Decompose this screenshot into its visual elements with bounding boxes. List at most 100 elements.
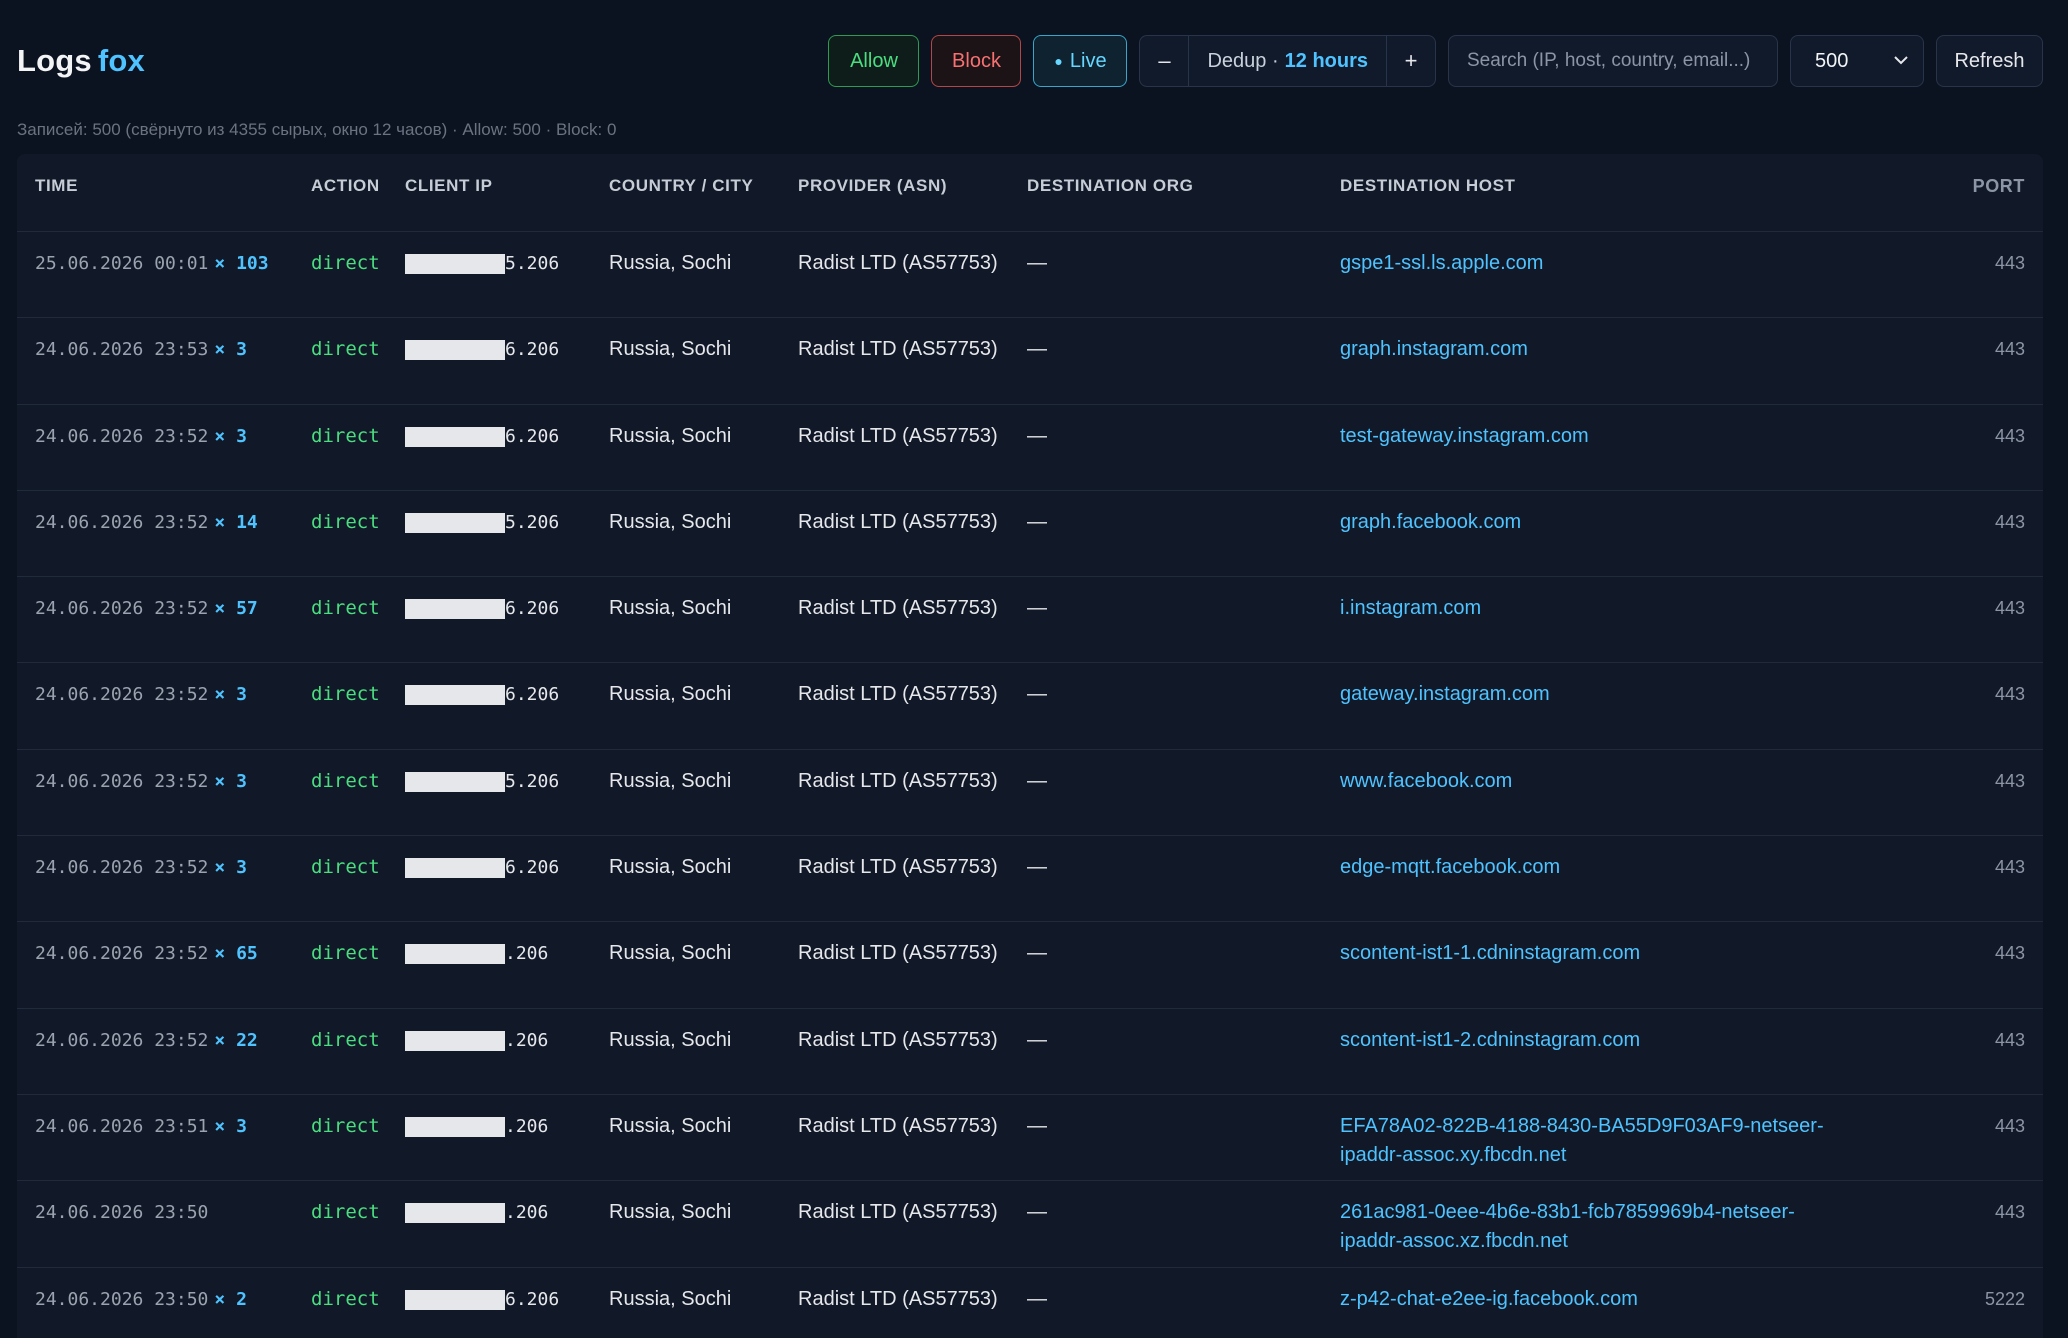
- col-time[interactable]: TIME: [17, 154, 307, 231]
- destination-host-link[interactable]: test-gateway.instagram.com: [1322, 405, 1860, 490]
- table-row[interactable]: 24.06.2026 23:52 × 65 direct .206 Russia,…: [17, 922, 2043, 1009]
- country-cell: Russia, Sochi: [609, 424, 732, 447]
- search-input[interactable]: [1448, 35, 1778, 87]
- country-cell: Russia, Sochi: [609, 769, 732, 792]
- client-ip-cell: .206: [405, 1009, 591, 1094]
- destination-host-link[interactable]: scontent-ist1-2.cdninstagram.com: [1322, 1009, 1860, 1094]
- redacted-ip-block: [405, 599, 505, 620]
- action-cell: direct: [311, 1028, 380, 1051]
- provider-cell: Radist LTD (AS57753): [798, 1287, 998, 1310]
- dedup-decrease-button[interactable]: –: [1140, 36, 1190, 86]
- ip-suffix: 5.206: [505, 511, 560, 533]
- table-row[interactable]: 24.06.2026 23:51 × 3 direct .206 Russia, …: [17, 1095, 2043, 1182]
- destination-org-cell: —: [1027, 1028, 1047, 1051]
- country-cell: Russia, Sochi: [609, 1287, 732, 1310]
- port-cell: 443: [1994, 339, 2025, 360]
- redacted-ip-block: [405, 512, 505, 533]
- provider-cell: Radist LTD (AS57753): [798, 942, 998, 965]
- redacted-ip-block: [405, 771, 505, 792]
- action-cell: direct: [311, 942, 380, 965]
- table-row[interactable]: 24.06.2026 23:52 × 57 direct 6.206 Russia…: [17, 577, 2043, 664]
- table-row[interactable]: 24.06.2026 23:52 × 3 direct 6.206 Russia,…: [17, 405, 2043, 491]
- destination-host-link[interactable]: i.instagram.com: [1322, 577, 1860, 662]
- action-cell: direct: [311, 1287, 380, 1310]
- count-badge: × 3: [214, 857, 247, 879]
- provider-cell: Radist LTD (AS57753): [798, 1201, 998, 1224]
- country-cell: Russia, Sochi: [609, 338, 732, 361]
- col-destination-org[interactable]: DESTINATION ORG: [1009, 154, 1322, 231]
- refresh-button[interactable]: Refresh: [1936, 35, 2043, 87]
- table-row[interactable]: 24.06.2026 23:53 × 3 direct 6.206 Russia,…: [17, 318, 2043, 405]
- table-row[interactable]: 24.06.2026 23:52 × 14 direct 5.206 Russia…: [17, 491, 2043, 578]
- country-cell: Russia, Sochi: [609, 1028, 732, 1051]
- time-value: 24.06.2026 23:52: [35, 511, 209, 533]
- table-row[interactable]: 24.06.2026 23:50 direct .206 Russia, Soc…: [17, 1181, 2043, 1268]
- table-row[interactable]: 25.06.2026 00:01 × 103 direct 5.206 Russi…: [17, 232, 2043, 319]
- destination-host-link[interactable]: edge-mqtt.facebook.com: [1322, 836, 1860, 921]
- table-row[interactable]: 24.06.2026 23:52 × 3 direct 6.206 Russia,…: [17, 836, 2043, 923]
- country-cell: Russia, Sochi: [609, 683, 732, 706]
- table-row[interactable]: 24.06.2026 23:52 × 22 direct .206 Russia,…: [17, 1009, 2043, 1095]
- time-value: 24.06.2026 23:52: [35, 684, 209, 706]
- action-cell: direct: [311, 1114, 380, 1137]
- dedup-increase-button[interactable]: +: [1386, 36, 1435, 86]
- table-header: TIME ACTION CLIENT IP COUNTRY / CITY PRO…: [17, 154, 2043, 232]
- port-cell: 5222: [1984, 1288, 2025, 1309]
- redacted-ip-block: [405, 254, 505, 274]
- dedup-label-text: Dedup ·: [1207, 49, 1279, 72]
- col-client-ip[interactable]: CLIENT IP: [405, 154, 591, 231]
- col-action[interactable]: ACTION: [307, 154, 405, 231]
- destination-org-cell: —: [1027, 510, 1047, 533]
- country-cell: Russia, Sochi: [609, 1201, 732, 1224]
- table-body: 25.06.2026 00:01 × 103 direct 5.206 Russi…: [17, 232, 2043, 1338]
- col-provider[interactable]: PROVIDER (ASN): [780, 154, 1009, 231]
- destination-host-link[interactable]: www.facebook.com: [1322, 750, 1860, 835]
- client-ip-cell: 5.206: [405, 232, 591, 317]
- destination-host-link[interactable]: z-p42-chat-e2ee-ig.facebook.com: [1322, 1268, 1860, 1338]
- country-cell: Russia, Sochi: [609, 510, 732, 533]
- destination-org-cell: —: [1027, 252, 1047, 274]
- ip-suffix: 6.206: [505, 339, 560, 361]
- port-cell: 443: [1994, 425, 2025, 446]
- col-country[interactable]: COUNTRY / CITY: [591, 154, 780, 231]
- allow-filter-button[interactable]: Allow: [828, 35, 920, 87]
- action-cell: direct: [311, 597, 380, 620]
- redacted-ip-block: [405, 685, 505, 706]
- client-ip-cell: .206: [405, 1095, 591, 1180]
- table-row[interactable]: 24.06.2026 23:52 × 3 direct 6.206 Russia,…: [17, 663, 2043, 750]
- destination-org-cell: —: [1027, 338, 1047, 361]
- port-cell: 443: [1994, 253, 2025, 273]
- destination-host-link[interactable]: graph.facebook.com: [1322, 491, 1860, 576]
- destination-org-cell: —: [1027, 597, 1047, 620]
- provider-cell: Radist LTD (AS57753): [798, 769, 998, 792]
- logs-page: Logs fox Allow Block ● Live – Dedup · 12 ho…: [0, 0, 2068, 1338]
- destination-host-link[interactable]: EFA78A02-822B-4188-8430-BA55D9F03AF9-net…: [1322, 1095, 1860, 1180]
- col-port[interactable]: PORT: [1860, 154, 2043, 231]
- destination-host-link[interactable]: 261ac981-0eee-4b6e-83b1-fcb7859969b4-net…: [1322, 1181, 1860, 1266]
- time-value: 24.06.2026 23:52: [35, 598, 209, 620]
- destination-host-link[interactable]: gspe1-ssl.ls.apple.com: [1322, 232, 1860, 317]
- live-toggle-button[interactable]: ● Live: [1033, 35, 1128, 87]
- time-cell: 24.06.2026 23:52 × 3: [17, 750, 307, 835]
- limit-select[interactable]: 500: [1790, 35, 1924, 87]
- count-badge: × 3: [214, 1115, 247, 1137]
- destination-host-link[interactable]: scontent-ist1-1.cdninstagram.com: [1322, 922, 1860, 1007]
- time-value: 24.06.2026 23:50: [35, 1202, 209, 1224]
- redacted-ip-block: [405, 1289, 505, 1310]
- count-badge: × 3: [214, 684, 247, 706]
- col-destination-host[interactable]: DESTINATION HOST: [1322, 154, 1860, 231]
- action-cell: direct: [311, 510, 380, 533]
- ip-suffix: 6.206: [505, 684, 560, 706]
- port-cell: 443: [1994, 943, 2025, 964]
- destination-host-link[interactable]: graph.instagram.com: [1322, 318, 1860, 403]
- client-ip-cell: 6.206: [405, 405, 591, 490]
- time-cell: 24.06.2026 23:51 × 3: [17, 1095, 307, 1180]
- block-filter-button[interactable]: Block: [931, 35, 1022, 87]
- table-row[interactable]: 24.06.2026 23:52 × 3 direct 5.206 Russia,…: [17, 750, 2043, 837]
- ip-suffix: 6.206: [505, 857, 560, 879]
- time-value: 25.06.2026 00:01: [35, 253, 209, 274]
- ip-suffix: 5.206: [505, 253, 560, 274]
- destination-host-link[interactable]: gateway.instagram.com: [1322, 663, 1860, 748]
- table-row[interactable]: 24.06.2026 23:50 × 2 direct 6.206 Russia,…: [17, 1268, 2043, 1338]
- action-cell: direct: [311, 856, 380, 879]
